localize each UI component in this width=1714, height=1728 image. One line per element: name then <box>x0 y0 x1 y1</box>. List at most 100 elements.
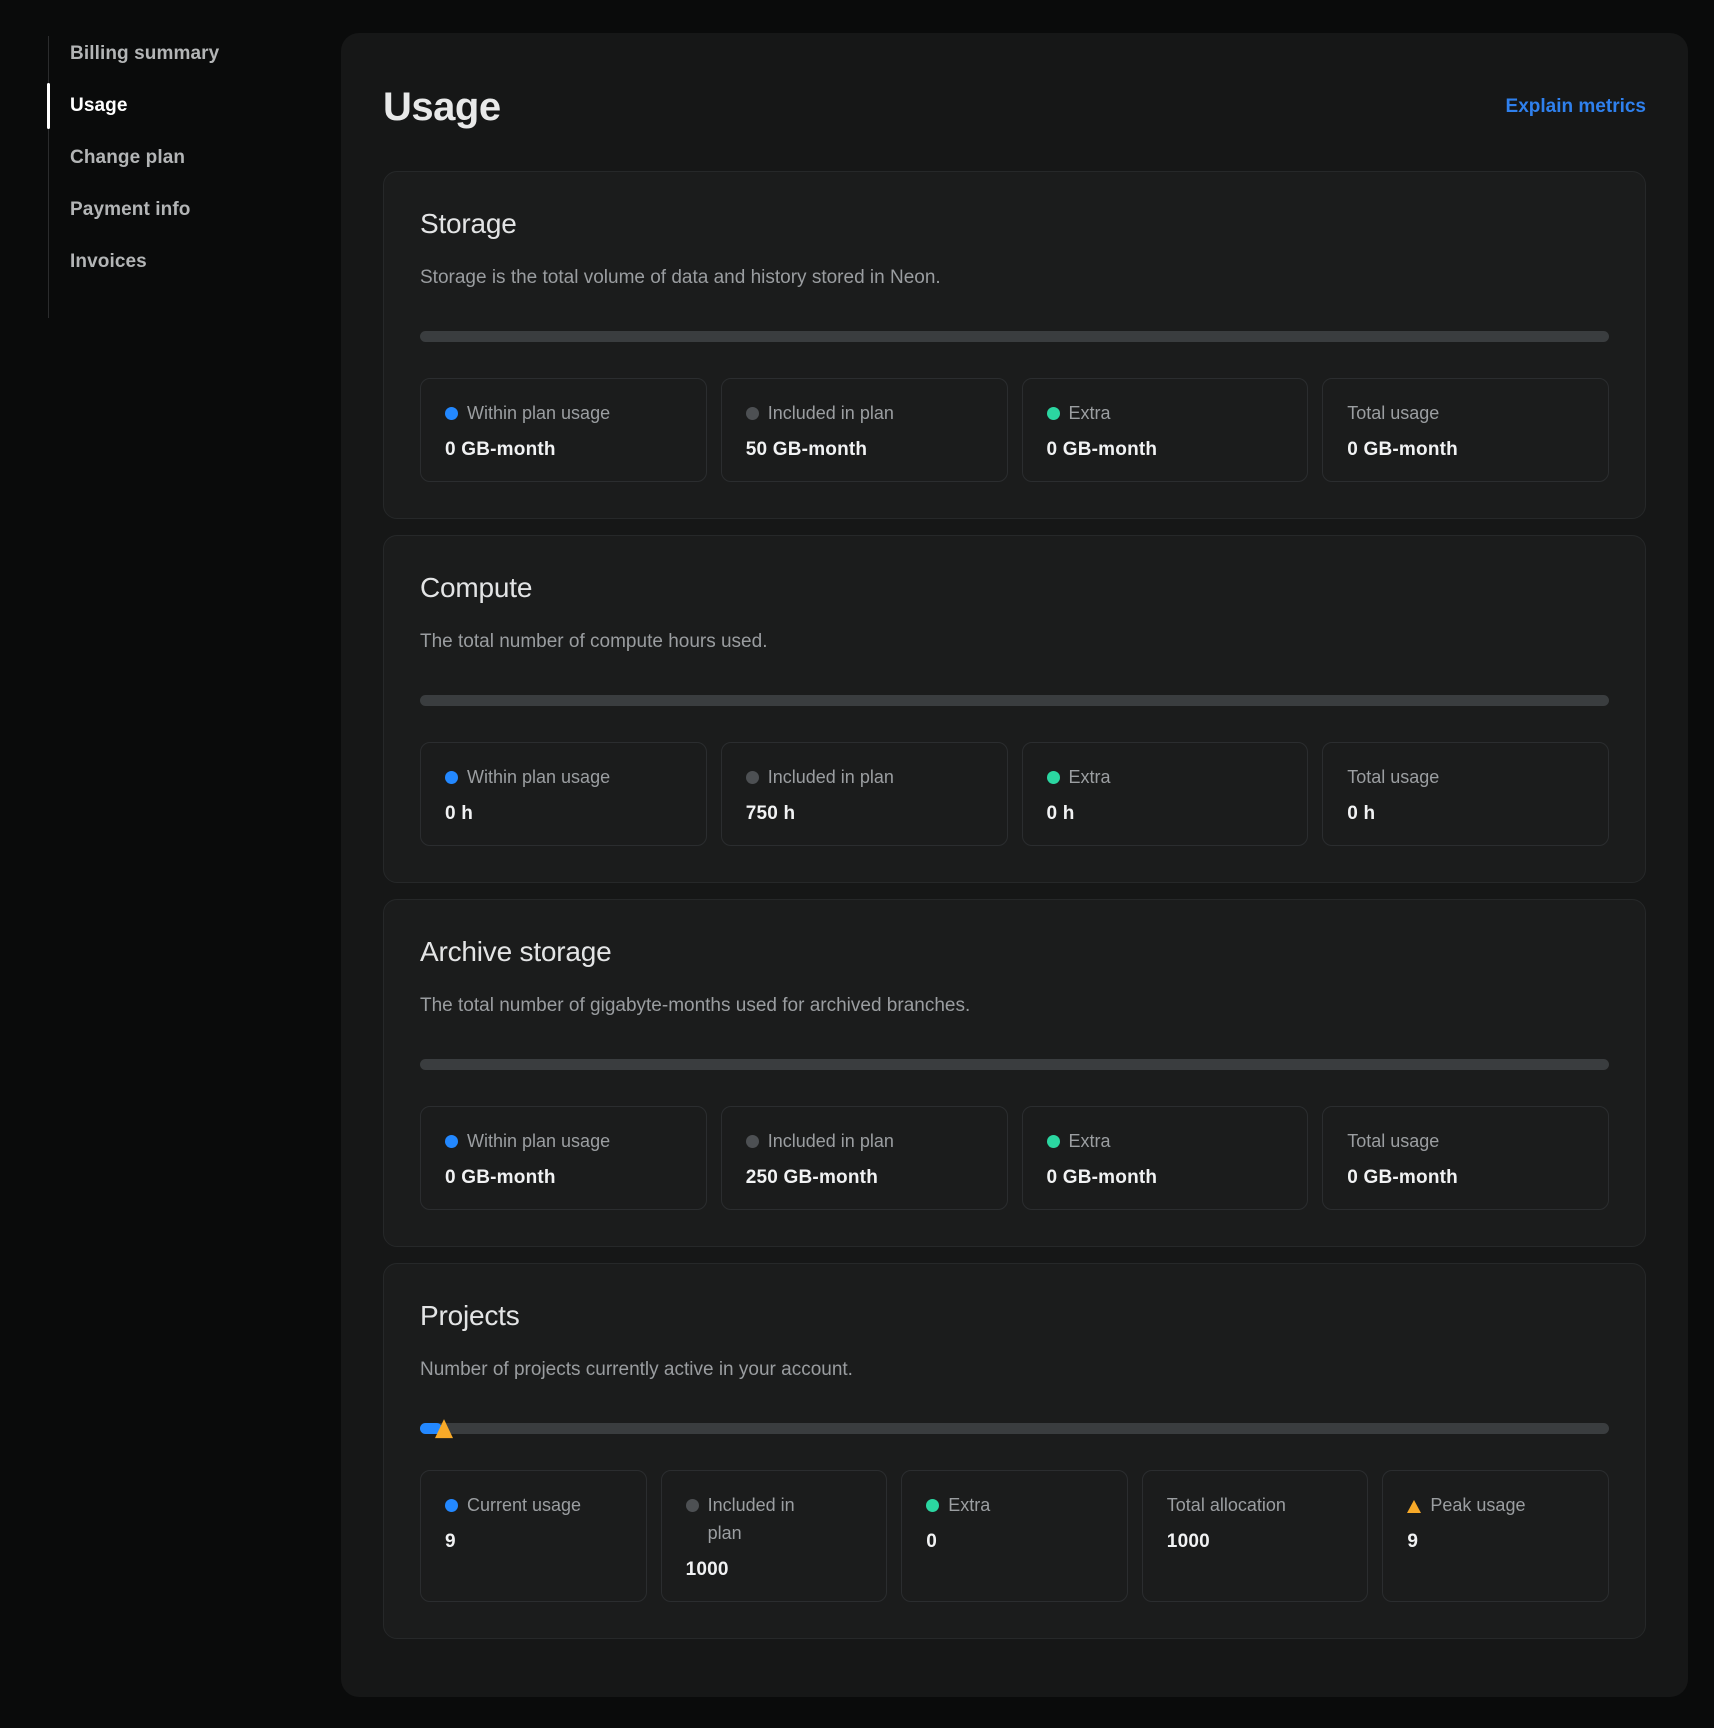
panel-header: Usage Explain metrics <box>383 83 1646 131</box>
green-dot-icon <box>1047 407 1060 420</box>
stat-card-extra: Extra 0 GB-month <box>1022 1106 1309 1210</box>
usage-panel: Usage Explain metrics StorageStorage is … <box>341 33 1688 1697</box>
stat-card-label: Total allocation <box>1167 1491 1344 1519</box>
usage-progress-bar <box>420 695 1609 706</box>
stat-card-label: Within plan usage <box>445 1127 682 1155</box>
stat-card-within-plan-usage: Within plan usage0 h <box>420 742 707 846</box>
section-title: Compute <box>420 572 1609 604</box>
stat-card-label-text: Extra <box>1069 763 1111 791</box>
stat-card-label-text: Extra <box>1069 1127 1111 1155</box>
stat-cards-row: Within plan usage 0 GB-month Included in p… <box>420 378 1609 482</box>
usage-progress-bar <box>420 1423 1609 1434</box>
page-title: Usage <box>383 83 501 131</box>
stat-card-label: Extra <box>1047 763 1284 791</box>
stat-card-value: 250 GB-month <box>746 1167 983 1189</box>
stat-card-total-usage: Total usage 0 GB-month <box>1322 378 1609 482</box>
section-archive-storage: Archive storage The total number of gigab… <box>383 899 1646 1247</box>
stat-card-current-usage: Current usage 9 <box>420 1470 647 1602</box>
sidebar-item-change-plan[interactable]: Change plan <box>48 132 298 184</box>
stat-card-included-in-plan: Included in plan 250 GB-month <box>721 1106 1008 1210</box>
sidebar-item-label: Usage <box>70 95 128 117</box>
stat-card-value: 0 GB-month <box>1347 439 1584 461</box>
stat-card-included-in-plan: Included in plan1000 <box>661 1470 888 1602</box>
explain-metrics-link[interactable]: Explain metrics <box>1506 96 1646 118</box>
stat-card-label-text: Within plan usage <box>467 763 610 791</box>
sidebar-item-label: Change plan <box>70 147 185 169</box>
stat-card-value: 50 GB-month <box>746 439 983 461</box>
stat-card-label: Extra <box>926 1491 1103 1519</box>
stat-card-label-text: Total allocation <box>1167 1491 1286 1519</box>
stat-card-within-plan-usage: Within plan usage 0 GB-month <box>420 378 707 482</box>
section-projects: Projects Number of projects currently act… <box>383 1263 1646 1639</box>
section-description: The total number of compute hours used. <box>420 628 1609 655</box>
section-compute: Compute The total number of compute hours… <box>383 535 1646 883</box>
stat-card-label-text: Current usage <box>467 1491 581 1519</box>
gray-dot-icon <box>746 1135 759 1148</box>
usage-progress-bar <box>420 1059 1609 1070</box>
stat-card-included-in-plan: Included in plan750 h <box>721 742 1008 846</box>
sidebar-item-invoices[interactable]: Invoices <box>48 236 298 288</box>
stat-card-value: 0 GB-month <box>445 1167 682 1189</box>
blue-dot-icon <box>445 1499 458 1512</box>
stat-card-label: Total usage <box>1347 763 1584 791</box>
stat-card-label-text: Included in plan <box>768 763 894 791</box>
stat-card-label: Included in plan <box>746 763 983 791</box>
stat-card-included-in-plan: Included in plan 50 GB-month <box>721 378 1008 482</box>
stat-card-total-usage: Total usage 0 GB-month <box>1322 1106 1609 1210</box>
stat-card-label-text: Total usage <box>1347 399 1439 427</box>
stat-cards-row: Within plan usage 0 GB-month Included in p… <box>420 1106 1609 1210</box>
sidebar-item-label: Invoices <box>70 251 147 273</box>
stat-card-extra: Extra 0 GB-month <box>1022 378 1309 482</box>
sidebar-item-usage[interactable]: Usage <box>48 80 298 132</box>
stat-card-label-text: Peak usage <box>1430 1491 1525 1519</box>
gray-dot-icon <box>686 1499 699 1512</box>
peak-triangle-icon <box>1407 1500 1421 1513</box>
peak-marker-icon <box>435 1419 453 1438</box>
stat-card-value: 9 <box>445 1531 622 1553</box>
section-storage: StorageStorage is the total volume of da… <box>383 171 1646 519</box>
stat-cards-row: Current usage9Included in plan1000Extra0… <box>420 1470 1609 1602</box>
stat-card-extra: Extra 0 h <box>1022 742 1309 846</box>
stat-card-label: Total usage <box>1347 399 1584 427</box>
stat-card-label-text: Extra <box>948 1491 990 1519</box>
section-title: Archive storage <box>420 936 1609 968</box>
blue-dot-icon <box>445 771 458 784</box>
stat-card-label: Within plan usage <box>445 763 682 791</box>
section-description: The total number of gigabyte-months used… <box>420 992 1609 1019</box>
stat-card-value: 0 h <box>1047 803 1284 825</box>
gray-dot-icon <box>746 407 759 420</box>
stat-card-label-text: Included in plan <box>708 1491 795 1547</box>
billing-sidebar: Billing summary Usage Change plan Payment i… <box>48 28 298 288</box>
blue-dot-icon <box>445 407 458 420</box>
stat-card-value: 0 GB-month <box>1047 439 1284 461</box>
stat-card-value: 0 GB-month <box>1047 1167 1284 1189</box>
section-title: Projects <box>420 1300 1609 1332</box>
stat-card-label-text: Extra <box>1069 399 1111 427</box>
stat-card-label-text: Included in plan <box>768 399 894 427</box>
stat-card-label-text: Included in plan <box>768 1127 894 1155</box>
section-description: Number of projects currently active in y… <box>420 1356 1609 1383</box>
stat-card-label: Total usage <box>1347 1127 1584 1155</box>
green-dot-icon <box>1047 1135 1060 1148</box>
stat-card-total-allocation: Total allocation 1000 <box>1142 1470 1369 1602</box>
stat-card-value: 9 <box>1407 1531 1584 1553</box>
sidebar-item-label: Payment info <box>70 199 191 221</box>
stat-card-value: 0 h <box>1347 803 1584 825</box>
stat-card-value: 0 GB-month <box>1347 1167 1584 1189</box>
stat-card-value: 0 GB-month <box>445 439 682 461</box>
stat-card-label: Included in plan <box>746 399 983 427</box>
stat-card-value: 1000 <box>1167 1531 1344 1553</box>
sidebar-item-billing-summary[interactable]: Billing summary <box>48 28 298 80</box>
section-description: Storage is the total volume of data and … <box>420 264 1609 291</box>
stat-card-label-text: Total usage <box>1347 763 1439 791</box>
stat-card-label: Extra <box>1047 1127 1284 1155</box>
green-dot-icon <box>1047 771 1060 784</box>
stat-card-label: Within plan usage <box>445 399 682 427</box>
sidebar-item-payment-info[interactable]: Payment info <box>48 184 298 236</box>
stat-card-label: Peak usage <box>1407 1491 1584 1519</box>
stat-card-label: Current usage <box>445 1491 622 1519</box>
stat-cards-row: Within plan usage0 hIncluded in plan750 … <box>420 742 1609 846</box>
stat-card-total-usage: Total usage 0 h <box>1322 742 1609 846</box>
stat-card-within-plan-usage: Within plan usage 0 GB-month <box>420 1106 707 1210</box>
stat-card-extra: Extra0 <box>901 1470 1128 1602</box>
